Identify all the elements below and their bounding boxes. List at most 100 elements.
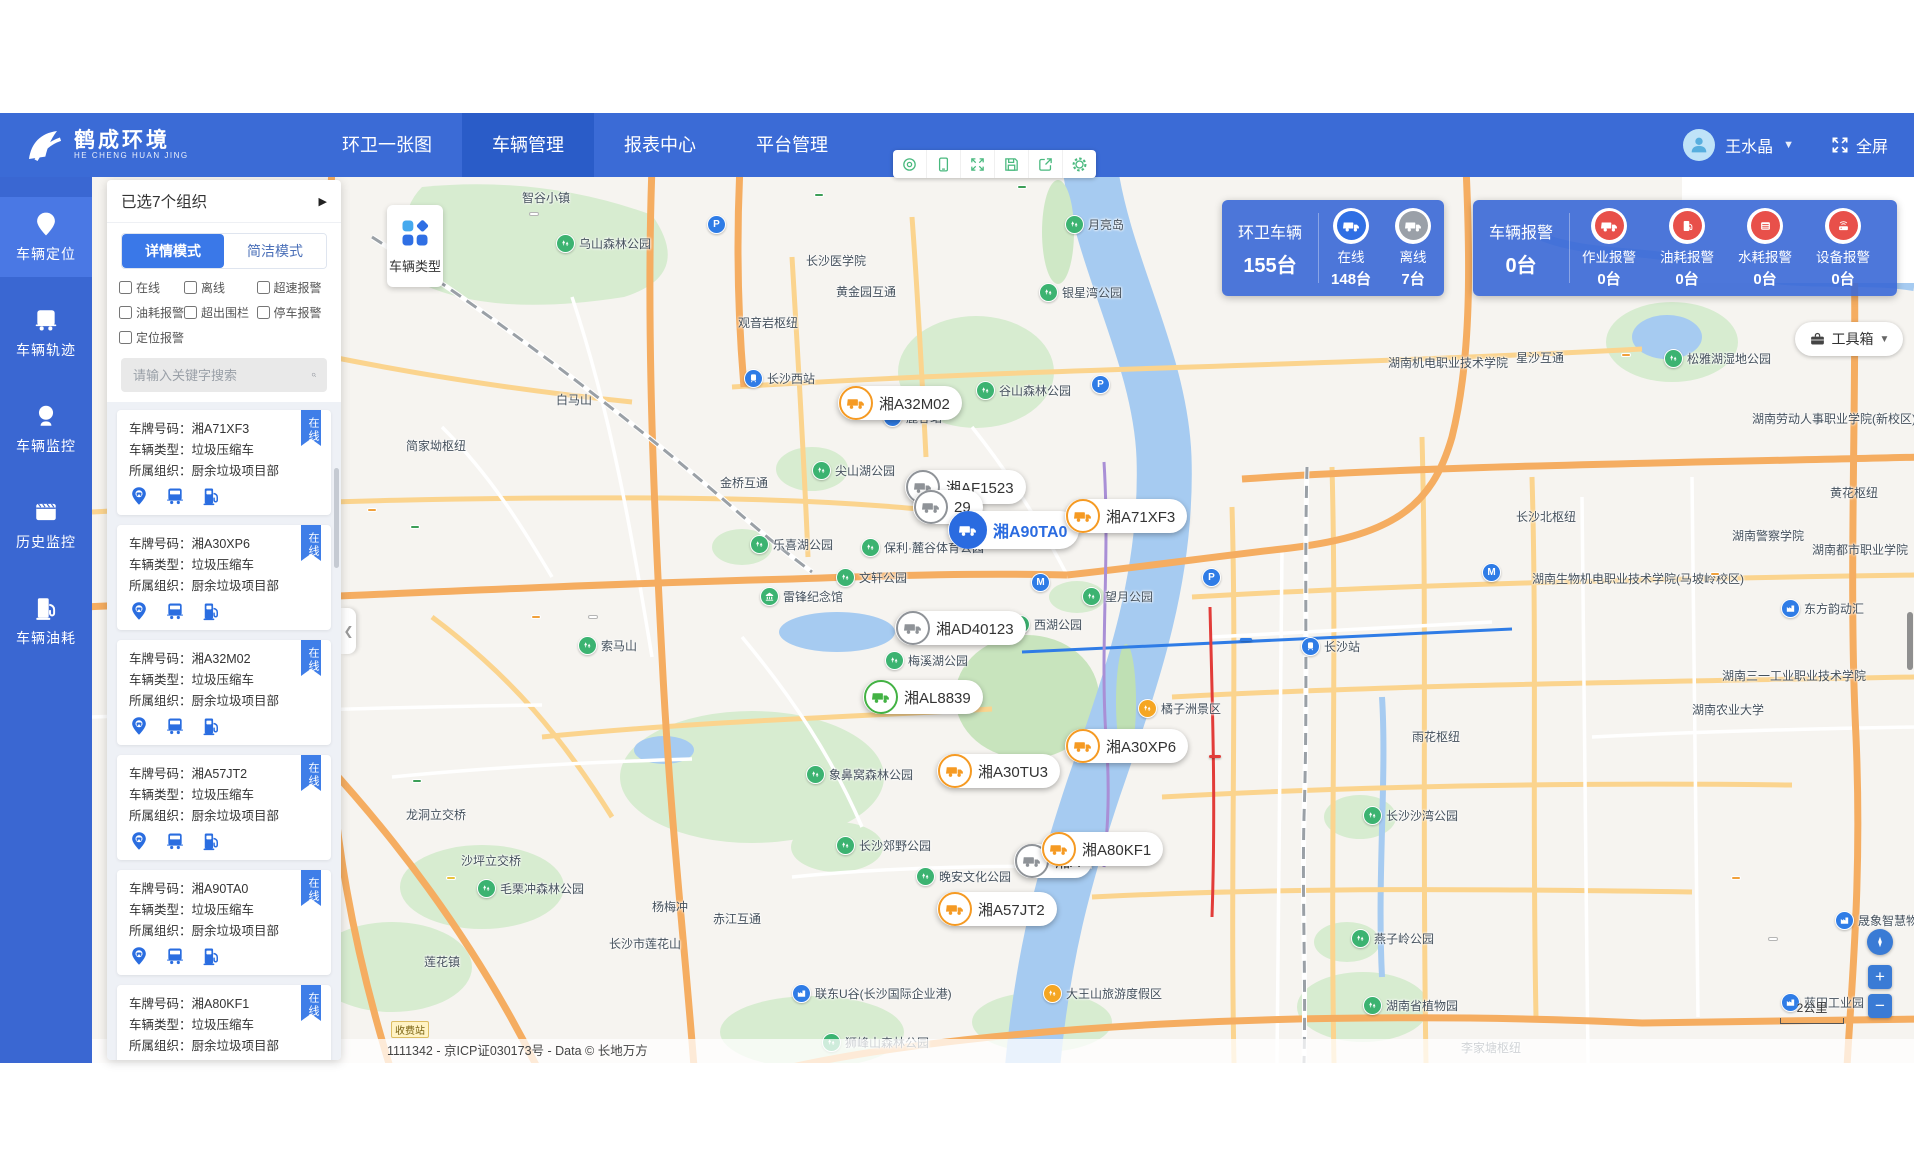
locate-vehicle-icon[interactable]: [129, 601, 149, 621]
park-icon: [750, 535, 769, 554]
fuel-vehicle-icon[interactable]: [201, 601, 221, 621]
map-poi: 湖南警察学院: [1732, 527, 1804, 544]
zoom-in-button[interactable]: +: [1868, 965, 1892, 989]
vehicle-card[interactable]: 车牌号码：湘A32M02 车辆类型：垃圾压缩车 所属组织：厨余垃圾项目部 在线: [117, 640, 331, 745]
org-summary[interactable]: 已选7个组织: [121, 190, 207, 212]
filter-option[interactable]: 超出围栏: [184, 304, 256, 321]
vehicle-type-button[interactable]: 车辆类型: [387, 205, 443, 287]
filter-option[interactable]: 定位报警: [119, 329, 184, 346]
filter-option[interactable]: 停车报警: [257, 304, 329, 321]
mode-tabs: 详情模式简洁模式: [121, 233, 327, 269]
filter-checkbox[interactable]: [119, 281, 132, 294]
nav-item-平台管理[interactable]: 平台管理: [726, 113, 858, 177]
fuel-vehicle-icon[interactable]: [201, 486, 221, 506]
sidebar-item[interactable]: 历史监控: [0, 485, 92, 565]
rail-icon: [744, 369, 763, 388]
truck-icon: [864, 680, 898, 714]
nav-item-报表中心[interactable]: 报表中心: [594, 113, 726, 177]
track-vehicle-icon[interactable]: [165, 946, 185, 966]
map-poi: 简家坳枢纽: [406, 437, 466, 454]
filter-checkbox[interactable]: [119, 306, 132, 319]
vehicle-marker-湘AD40123[interactable]: 湘AD40123: [895, 611, 1026, 645]
map-poi: 晚安文化公园: [916, 867, 1011, 886]
nav-item-车辆管理[interactable]: 车辆管理: [462, 113, 594, 177]
toolbar-icon[interactable]: [927, 150, 961, 178]
panel-collapse-handle[interactable]: ❮: [341, 608, 356, 654]
road-shield: [1768, 937, 1778, 941]
page-scrollbar[interactable]: [1907, 612, 1913, 670]
panel-scrollbar[interactable]: [334, 468, 339, 568]
logo-icon: [22, 124, 64, 166]
search-icon[interactable]: [311, 367, 317, 383]
sidebar-item[interactable]: 车辆定位: [0, 197, 92, 277]
vehicle-card[interactable]: 车牌号码：湘A30XP6 车辆类型：垃圾压缩车 所属组织：厨余垃圾项目部 在线: [117, 525, 331, 630]
filter-checkbox[interactable]: [119, 331, 132, 344]
sidebar-item[interactable]: 车辆油耗: [0, 581, 92, 661]
park-icon: [1065, 215, 1084, 234]
map-poi: 大王山旅游度假区: [1043, 984, 1162, 1003]
scenic-icon: [1138, 699, 1157, 718]
org-expand-arrow-icon[interactable]: ▶: [319, 195, 327, 208]
locate-button[interactable]: [1867, 929, 1893, 955]
map-poi: 乌山森林公园: [556, 234, 651, 253]
toolbar-icon[interactable]: [1029, 150, 1063, 178]
vehicle-card[interactable]: 车牌号码：湘A57JT2 车辆类型：垃圾压缩车 所属组织：厨余垃圾项目部 在线: [117, 755, 331, 860]
mode-tab[interactable]: 详情模式: [122, 234, 224, 268]
toolbar-icon[interactable]: [1063, 150, 1096, 178]
user-avatar[interactable]: [1683, 129, 1715, 161]
user-name[interactable]: 王水晶: [1725, 133, 1773, 157]
vehicle-marker-湘A71XF3[interactable]: 湘A71XF3: [1065, 499, 1187, 533]
fuel-vehicle-icon[interactable]: [201, 831, 221, 851]
vehicle-marker-湘A30XP6[interactable]: 湘A30XP6: [1065, 729, 1188, 763]
sidebar-item[interactable]: 车辆监控: [0, 389, 92, 469]
map-canvas[interactable]: 智谷小镇 乌山森林公园 月亮岛 银星湾公园 长沙医学院 黄金园互通 观音岩枢纽 …: [92, 177, 1914, 1063]
track-vehicle-icon[interactable]: [165, 601, 185, 621]
filter-checkbox[interactable]: [257, 306, 270, 319]
vehicle-marker-湘AL8839[interactable]: 湘AL8839: [863, 680, 983, 714]
toolbar-icon[interactable]: [995, 150, 1029, 178]
fullscreen-button[interactable]: 全屏: [1830, 133, 1888, 157]
vehicle-marker-湘A57JT2[interactable]: 湘A57JT2: [937, 892, 1057, 926]
vehicle-card[interactable]: 车牌号码：湘A71XF3 车辆类型：垃圾压缩车 所属组织：厨余垃圾项目部 在线: [117, 410, 331, 515]
vehicle-marker-湘A32M02[interactable]: 湘A32M02: [838, 386, 962, 420]
zoom-out-button[interactable]: −: [1868, 994, 1892, 1018]
vehicle-marker-湘A90TA0[interactable]: 湘A90TA0: [948, 511, 1079, 549]
mode-tab[interactable]: 简洁模式: [224, 234, 326, 268]
locate-vehicle-icon[interactable]: [129, 486, 149, 506]
map-poi: 湖南机电职业技术学院: [1388, 354, 1508, 371]
locate-vehicle-icon[interactable]: [129, 716, 149, 736]
park-icon: [1082, 587, 1101, 606]
vehicle-card[interactable]: 车牌号码：湘A80KF1 车辆类型：垃圾压缩车 所属组织：厨余垃圾项目部 在线: [117, 985, 331, 1060]
filter-checkbox[interactable]: [257, 281, 270, 294]
vehicle-card[interactable]: 车牌号码：湘A90TA0 车辆类型：垃圾压缩车 所属组织：厨余垃圾项目部 在线: [117, 870, 331, 975]
park-icon: [916, 867, 935, 886]
filter-option[interactable]: 在线: [119, 279, 184, 296]
filter-option[interactable]: 超速报警: [257, 279, 329, 296]
compass-icon: [1873, 935, 1887, 949]
fuel-vehicle-icon[interactable]: [201, 946, 221, 966]
sidebar-item[interactable]: 车辆轨迹: [0, 293, 92, 373]
chevron-down-icon[interactable]: ▼: [1783, 139, 1794, 151]
filter-checkbox[interactable]: [184, 281, 197, 294]
toolbox-button[interactable]: 工具箱 ▼: [1795, 322, 1903, 356]
nav-item-环卫一张图[interactable]: 环卫一张图: [312, 113, 462, 177]
locate-vehicle-icon[interactable]: [129, 946, 149, 966]
track-vehicle-icon[interactable]: [165, 716, 185, 736]
locate-vehicle-icon[interactable]: [129, 831, 149, 851]
brand-subtitle: HE CHENG HUAN JING: [74, 152, 189, 161]
map-poi: 梅溪湖公园: [885, 651, 968, 670]
track-vehicle-icon[interactable]: [165, 486, 185, 506]
toolbar-icon[interactable]: [893, 150, 927, 178]
vehicle-marker-湘A30TU3[interactable]: 湘A30TU3: [937, 754, 1060, 788]
vehicle-marker-湘A80KF1[interactable]: 湘A80KF1: [1041, 832, 1163, 866]
road-shield: [367, 508, 377, 512]
track-vehicle-icon[interactable]: [165, 831, 185, 851]
filter-option[interactable]: 油耗报警: [119, 304, 184, 321]
filter-checkbox[interactable]: [184, 306, 197, 319]
filter-option[interactable]: 离线: [184, 279, 256, 296]
scenic-icon: [1043, 984, 1062, 1003]
toolbar-icon[interactable]: [961, 150, 995, 178]
fuel-vehicle-icon[interactable]: [201, 716, 221, 736]
search-input[interactable]: [131, 367, 311, 384]
road-shield: [1017, 185, 1027, 189]
